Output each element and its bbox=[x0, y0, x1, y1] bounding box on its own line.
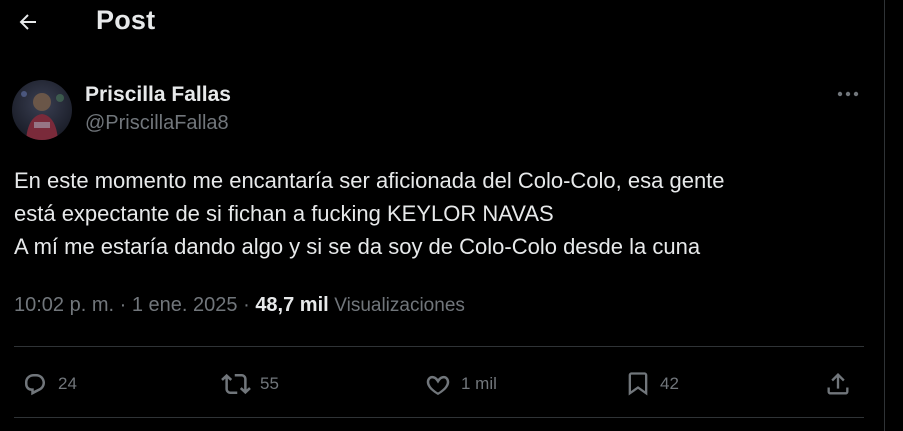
page-title: Post bbox=[96, 5, 156, 35]
views-count[interactable]: 48,7 mil bbox=[255, 294, 328, 316]
action-bar: 24 55 1 mil 42 bbox=[0, 364, 884, 404]
column-border bbox=[884, 0, 885, 431]
post-text-line: está expectante de si fichan a fucking K… bbox=[14, 201, 554, 226]
reply-icon bbox=[25, 374, 45, 396]
more-horizontal-icon bbox=[837, 91, 859, 97]
bookmark-button[interactable]: 42 bbox=[624, 364, 679, 404]
views-label: Visualizaciones bbox=[334, 295, 465, 316]
heart-icon bbox=[426, 375, 450, 395]
repost-count: 55 bbox=[260, 374, 279, 393]
post-meta: 10:02 p. m. · 1 ene. 2025 · 48,7 mil Vis… bbox=[14, 294, 465, 317]
back-button[interactable] bbox=[14, 8, 42, 36]
page-header: Post bbox=[0, 0, 884, 44]
like-button[interactable]: 1 mil bbox=[423, 364, 497, 404]
post-text: En este momento me encantaría ser aficio… bbox=[14, 164, 874, 263]
repost-button[interactable]: 55 bbox=[220, 364, 279, 404]
reply-button[interactable]: 24 bbox=[20, 364, 77, 404]
author-name[interactable]: Priscilla Fallas bbox=[85, 83, 231, 107]
like-count: 1 mil bbox=[461, 374, 497, 393]
reply-count: 24 bbox=[58, 374, 77, 393]
post-time[interactable]: 10:02 p. m. bbox=[14, 294, 114, 316]
bookmark-count: 42 bbox=[660, 374, 679, 393]
bookmark-icon bbox=[628, 372, 648, 396]
more-options-button[interactable] bbox=[832, 82, 864, 106]
meta-separator: · bbox=[243, 294, 250, 316]
post-text-line: En este momento me encantaría ser aficio… bbox=[14, 168, 725, 193]
arrow-left-icon bbox=[19, 14, 36, 30]
repost-icon bbox=[221, 373, 251, 395]
share-button[interactable] bbox=[824, 364, 852, 404]
post-text-line: A mí me estaría dando algo y si se da so… bbox=[14, 234, 701, 259]
divider bbox=[14, 417, 864, 418]
avatar[interactable] bbox=[12, 80, 72, 140]
divider bbox=[14, 346, 864, 347]
post-date[interactable]: 1 ene. 2025 bbox=[132, 294, 238, 316]
meta-separator: · bbox=[119, 294, 127, 316]
share-icon bbox=[827, 373, 849, 395]
author-handle[interactable]: @PriscillaFalla8 bbox=[85, 112, 229, 135]
